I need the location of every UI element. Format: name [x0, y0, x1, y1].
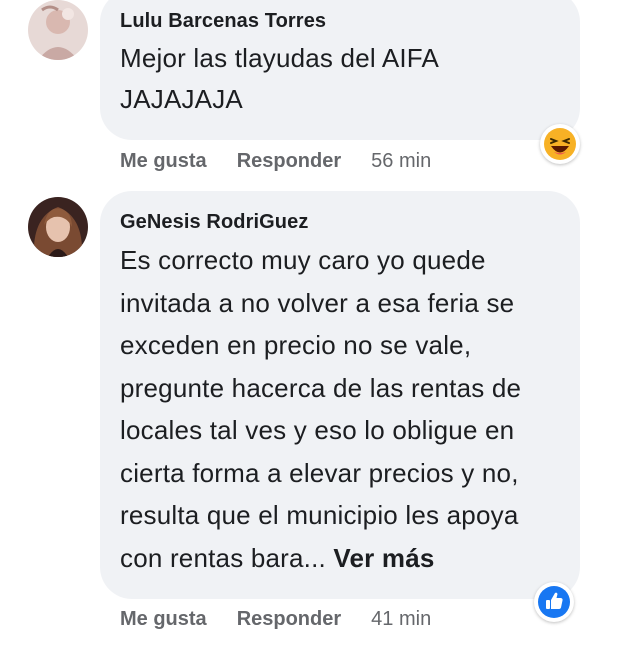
comment-text-line: con rentas bara... Ver más: [120, 537, 560, 580]
comment-author[interactable]: Lulu Barcenas Torres: [120, 8, 560, 34]
comment-author[interactable]: GeNesis RodriGuez: [120, 209, 560, 235]
haha-emoji-icon: [544, 128, 576, 160]
comment-text-line: cierta forma a elevar precios y no,: [120, 457, 519, 488]
like-button[interactable]: Me gusta: [120, 608, 207, 631]
comment-text-line: resulta que el municipio les apoya: [120, 500, 519, 530]
avatar[interactable]: [28, 0, 88, 60]
comment-bubble: GeNesis RodriGuez Es correcto muy caro y…: [100, 191, 580, 599]
comment-text-line: locales tal ves y eso lo obligue en: [120, 415, 515, 445]
comment-actions: Me gusta Responder 41 min: [120, 608, 431, 631]
reply-button[interactable]: Responder: [237, 150, 341, 173]
comment-timestamp[interactable]: 41 min: [371, 608, 431, 631]
comment-text: Mejor las tlayudas del AIFA JAJAJAJA: [120, 38, 560, 120]
reaction-badge[interactable]: [540, 124, 580, 164]
comment-text-line: exceden en precio no se vale,: [120, 330, 472, 360]
comment-text-line: invitada a no volver a esa feria se: [120, 287, 515, 318]
comment-actions: Me gusta Responder 56 min: [120, 150, 431, 173]
avatar-image: [28, 0, 88, 60]
comment-bubble: Lulu Barcenas Torres Mejor las tlayudas …: [100, 0, 580, 140]
comment-text-line: JAJAJAJA: [120, 84, 243, 114]
comment-text-line: Mejor las tlayudas del AIFA: [120, 43, 439, 73]
comment-text-line: pregunte hacerca de las rentas de: [120, 372, 522, 403]
like-button[interactable]: Me gusta: [120, 150, 207, 173]
avatar[interactable]: [28, 197, 88, 257]
reaction-badge[interactable]: [534, 582, 574, 622]
like-thumb-icon: [538, 586, 570, 618]
avatar-image: [28, 197, 88, 257]
comment-timestamp[interactable]: 56 min: [371, 150, 431, 173]
see-more-link[interactable]: Ver más: [333, 543, 434, 573]
comment-text: Es correcto muy caro yo quede invitada a…: [120, 239, 560, 579]
comment-text-truncated: con rentas bara...: [120, 542, 326, 573]
reply-button[interactable]: Responder: [237, 608, 341, 631]
comment-text-line: Es correcto muy caro yo quede: [120, 245, 486, 275]
